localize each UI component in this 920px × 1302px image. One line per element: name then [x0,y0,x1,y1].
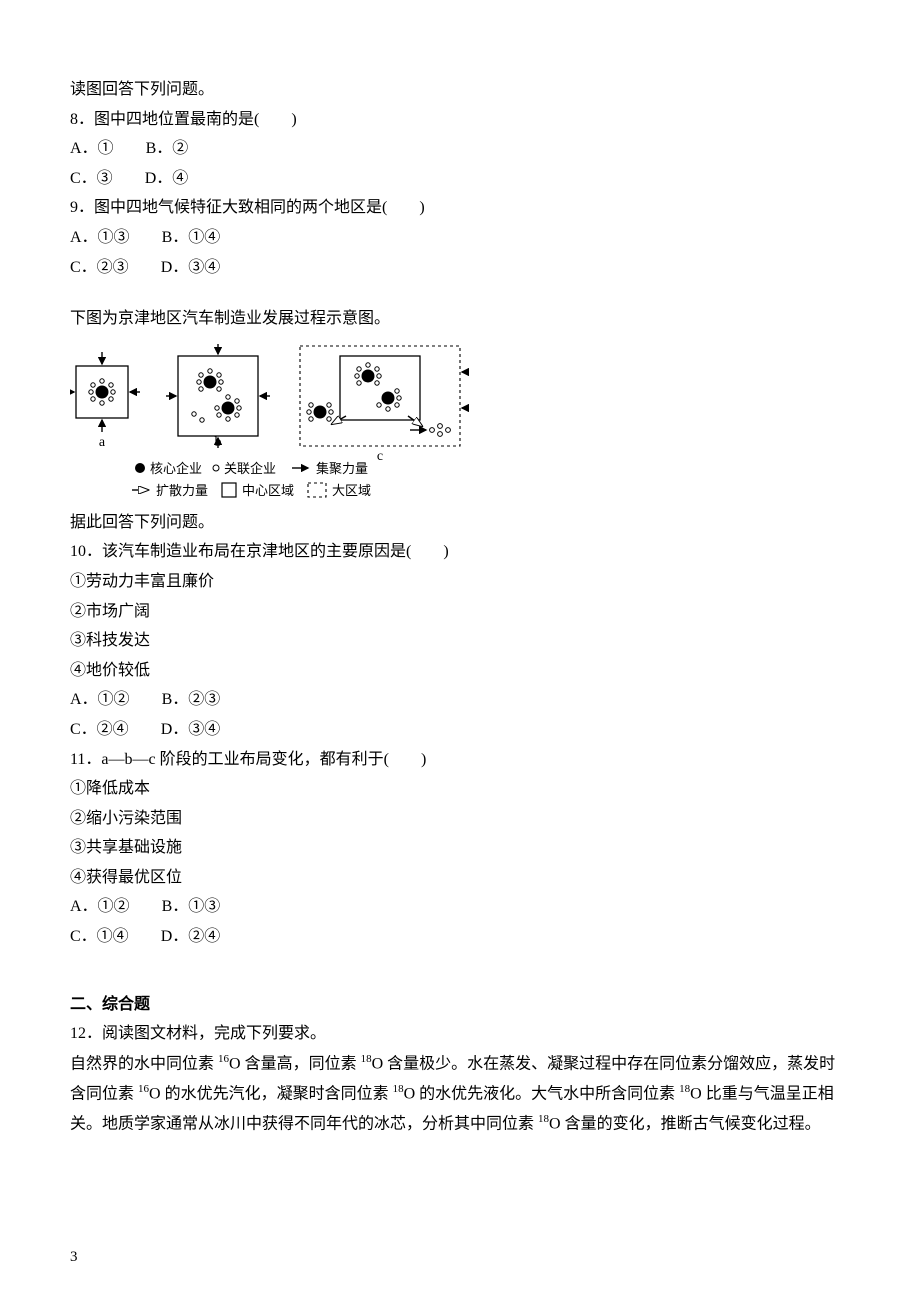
isotope-18-sup-3: 18 [679,1083,690,1095]
q10-opt-a: A．①② [70,691,130,708]
q12-para-line2: 含同位素 16O 的水优先汽化，凝聚时含同位素 18O 的水优先液化。大气水中所… [70,1079,850,1109]
diagram-label-b: b [215,435,222,450]
q9-row-cd: C．②③ D．③④ [70,253,850,283]
q9-opt-b: B．①④ [162,229,221,246]
q12-p3a: 关。地质学家通常从冰川中获得不同年代的冰芯，分析其中同位素 [70,1115,538,1132]
q10-opt-d: D．③④ [161,721,221,738]
q11-o4: ④获得最优区位 [70,863,850,893]
q10-row-cd: C．②④ D．③④ [70,715,850,745]
legend-core: 核心企业 [150,461,202,476]
q10-o4: ④地价较低 [70,656,850,686]
q8-stem: 8．图中四地位置最南的是( ) [70,105,850,135]
isotope-18-sup: 18 [361,1053,372,1065]
diagram-auto-industry: a b [70,342,850,502]
q11-opt-d: D．②④ [161,928,221,945]
page-number: 3 [70,1244,78,1272]
q11-o2: ②缩小污染范围 [70,804,850,834]
q10-row-ab: A．①② B．②③ [70,685,850,715]
q10-o1: ①劳动力丰富且廉价 [70,567,850,597]
q10-opt-b: B．②③ [162,691,221,708]
q12-p2c: O 的水优先液化。大气水中所含同位素 [404,1085,680,1102]
q12-p3b: O 含量的变化，推断古气候变化过程。 [549,1115,821,1132]
q11-opt-c: C．①④ [70,928,129,945]
q12-para-line1: 自然界的水中同位素 16O 含量高，同位素 18O 含量极少。水在蒸发、凝聚过程… [70,1049,850,1079]
q12-para-line3: 关。地质学家通常从冰川中获得不同年代的冰芯，分析其中同位素 18O 含量的变化，… [70,1109,850,1139]
q8-row-cd: C．③ D．④ [70,164,850,194]
legend-assoc: 关联企业 [224,461,276,476]
diagram-svg: a b [70,342,470,502]
q9-row-ab: A．①③ B．①④ [70,223,850,253]
legend-center: 中心区域 [242,483,294,498]
q11-row-ab: A．①② B．①③ [70,892,850,922]
q8-opt-d: D．④ [145,170,189,187]
q10-stem: 10．该汽车制造业布局在京津地区的主要原因是( ) [70,537,850,567]
section-b-title: 二、综合题 [70,990,850,1020]
q12-p1c: O 含量极少。水在蒸发、凝聚过程中存在同位素分馏效应，蒸发时 [372,1055,836,1072]
isotope-16-sup-2: 16 [138,1083,149,1095]
q12-p2d: O 比重与气温呈正相 [690,1085,834,1102]
q12-p2b: O 的水优先汽化，凝聚时含同位素 [149,1085,393,1102]
q11-o1: ①降低成本 [70,774,850,804]
intro-q8: 读图回答下列问题。 [70,75,850,105]
legend-big: 大区域 [332,483,371,498]
isotope-16-sup: 16 [218,1053,229,1065]
q11-opt-b: B．①③ [162,898,221,915]
diagram-label-c: c [377,449,383,464]
intro-q10: 下图为京津地区汽车制造业发展过程示意图。 [70,304,850,334]
q12-p1b: O 含量高，同位素 [229,1055,361,1072]
q8-row-ab: A．① B．② [70,134,850,164]
q8-opt-c: C．③ [70,170,113,187]
q12-p2a: 含同位素 [70,1085,138,1102]
legend-diff: 扩散力量 [156,483,208,498]
q8-opt-a: A．① [70,140,114,157]
q9-opt-c: C．②③ [70,259,129,276]
isotope-18-sup-4: 18 [538,1113,549,1125]
q10-o2: ②市场广阔 [70,597,850,627]
q11-row-cd: C．①④ D．②④ [70,922,850,952]
q9-opt-a: A．①③ [70,229,130,246]
q10-opt-c: C．②④ [70,721,129,738]
q8-opt-b: B．② [146,140,189,157]
legend-agg: 集聚力量 [316,461,368,476]
q11-stem: 11．a—b—c 阶段的工业布局变化，都有利于( ) [70,745,850,775]
q9-opt-d: D．③④ [161,259,221,276]
q10-o3: ③科技发达 [70,626,850,656]
q11-o3: ③共享基础设施 [70,833,850,863]
q9-stem: 9．图中四地气候特征大致相同的两个地区是( ) [70,193,850,223]
diagram-label-a: a [99,435,106,450]
q12-stem: 12．阅读图文材料，完成下列要求。 [70,1019,850,1049]
isotope-18-sup-2: 18 [393,1083,404,1095]
q12-p1a: 自然界的水中同位素 [70,1055,218,1072]
q11-opt-a: A．①② [70,898,130,915]
intro-q10b: 据此回答下列问题。 [70,508,850,538]
